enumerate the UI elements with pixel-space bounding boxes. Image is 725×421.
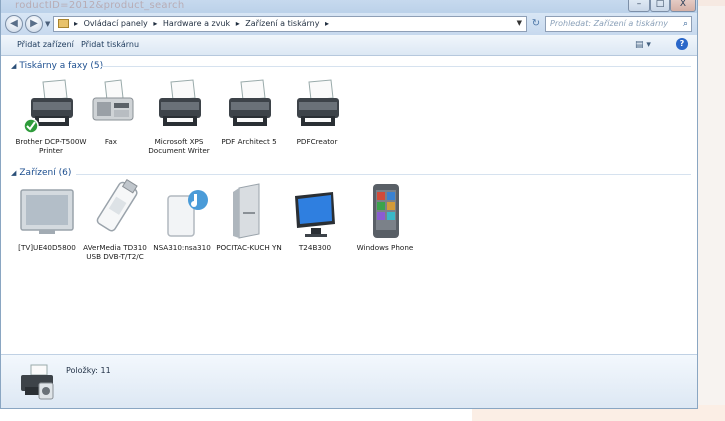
- tv-icon: [20, 189, 74, 234]
- phone-icon: [373, 184, 399, 238]
- back-button[interactable]: ◀: [5, 15, 23, 33]
- item-label: T24B300: [298, 243, 332, 252]
- printer-icon: [297, 79, 339, 126]
- item-label: NSA310:nsa310: [153, 243, 211, 252]
- device-item[interactable]: NSA310:nsa310: [144, 182, 220, 253]
- monitor-icon: [295, 192, 335, 237]
- add-device-button[interactable]: Přidat zařízení: [17, 40, 74, 49]
- section-divider: [101, 66, 691, 67]
- computer-tower-icon: [233, 183, 260, 239]
- item-label: Fax: [104, 137, 118, 146]
- section-divider: [76, 174, 691, 175]
- breadcrumb-devices-printers[interactable]: Zařízení a tiskárny: [245, 19, 319, 28]
- printer-item[interactable]: Fax: [73, 76, 149, 147]
- device-item[interactable]: [TV]UE40D5800: [9, 182, 85, 253]
- item-label: Microsoft XPS Document Writer: [148, 137, 210, 155]
- printers-section-header[interactable]: ◢ Tiskárny a faxy (5): [11, 61, 103, 71]
- item-count: Položky: 11: [66, 366, 111, 375]
- breadcrumb-control-panel[interactable]: Ovládací panely: [84, 19, 148, 28]
- item-label: AVerMedia TD310 USB DVB-T/T2/C: [83, 243, 147, 261]
- maximize-button[interactable]: □: [650, 0, 670, 12]
- breadcrumb-separator-icon[interactable]: ▸: [153, 19, 157, 28]
- media-server-icon: [167, 190, 208, 237]
- add-printer-button[interactable]: Přidat tiskárnu: [81, 40, 139, 49]
- fax-icon: [92, 79, 134, 121]
- breadcrumb-separator-icon[interactable]: ▸: [236, 19, 240, 28]
- breadcrumb-separator-icon[interactable]: ▸: [74, 19, 78, 28]
- devices-section-header[interactable]: ◢ Zařízení (6): [11, 168, 71, 178]
- breadcrumb-hardware-sound[interactable]: Hardware a zvuk: [163, 19, 230, 28]
- minimize-button[interactable]: –: [628, 0, 650, 12]
- command-bar: Přidat zařízení Přidat tiskárnu ▤ ▾ ?: [1, 35, 697, 56]
- printer-item[interactable]: Microsoft XPS Document Writer: [141, 76, 217, 155]
- printers-section-title: Tiskárny a faxy (5): [19, 61, 104, 71]
- search-placeholder: Prohledat: Zařízení a tiskárny: [550, 19, 669, 28]
- item-label: [TV]UE40D5800: [18, 243, 76, 252]
- item-label: Windows Phone: [356, 243, 414, 252]
- item-label: PDFCreator: [296, 137, 338, 146]
- history-dropdown-icon[interactable]: ▼: [45, 20, 50, 28]
- devices-printers-icon: [21, 364, 54, 400]
- item-label: PDF Architect 5: [221, 137, 277, 146]
- search-input[interactable]: Prohledat: Zařízení a tiskárny ⌕: [545, 16, 692, 32]
- background-url-text: roductID=2012&product_search: [15, 0, 185, 11]
- control-panel-icon: [58, 19, 69, 28]
- device-item[interactable]: T24B300: [277, 182, 353, 253]
- refresh-icon[interactable]: ↻: [529, 16, 543, 32]
- printer-item[interactable]: PDF Architect 5: [211, 76, 287, 147]
- collapse-triangle-icon[interactable]: ◢: [11, 169, 16, 177]
- details-pane: Položky: 11: [1, 354, 697, 408]
- printer-icon: [229, 79, 271, 126]
- item-label: POCITAC-KUCH YN: [216, 243, 282, 252]
- printer-icon: [159, 79, 201, 126]
- device-item[interactable]: Windows Phone: [347, 182, 423, 253]
- forward-button[interactable]: ▶: [25, 15, 43, 33]
- printer-item[interactable]: PDFCreator: [279, 76, 355, 147]
- usb-stick-icon: [96, 178, 138, 232]
- address-field[interactable]: ▸ Ovládací panely ▸ Hardware a zvuk ▸ Za…: [53, 16, 527, 32]
- search-icon[interactable]: ⌕: [683, 17, 688, 31]
- address-dropdown-icon[interactable]: ▼: [517, 19, 522, 27]
- help-icon[interactable]: ?: [676, 38, 688, 50]
- change-view-icon[interactable]: ▤ ▾: [635, 40, 651, 50]
- breadcrumb-separator-icon[interactable]: ▸: [325, 19, 329, 28]
- devices-content-pane: ◢ Tiskárny a faxy (5) Brother DCP-T500W P…: [1, 56, 697, 354]
- close-button[interactable]: X: [670, 0, 696, 12]
- collapse-triangle-icon[interactable]: ◢: [11, 62, 16, 70]
- explorer-window: roductID=2012&product_search – □ X ◀ ▶ ▼…: [0, 0, 698, 409]
- devices-section-title: Zařízení (6): [19, 168, 72, 178]
- printer-default-icon: [23, 79, 73, 134]
- device-item[interactable]: POCITAC-KUCH YN: [211, 182, 287, 253]
- address-bar-row: ◀ ▶ ▼ ▸ Ovládací panely ▸ Hardware a zvu…: [1, 13, 697, 35]
- device-item[interactable]: AVerMedia TD310 USB DVB-T/T2/C: [77, 178, 153, 261]
- breadcrumb: ▸ Ovládací panely ▸ Hardware a zvuk ▸ Za…: [74, 19, 332, 28]
